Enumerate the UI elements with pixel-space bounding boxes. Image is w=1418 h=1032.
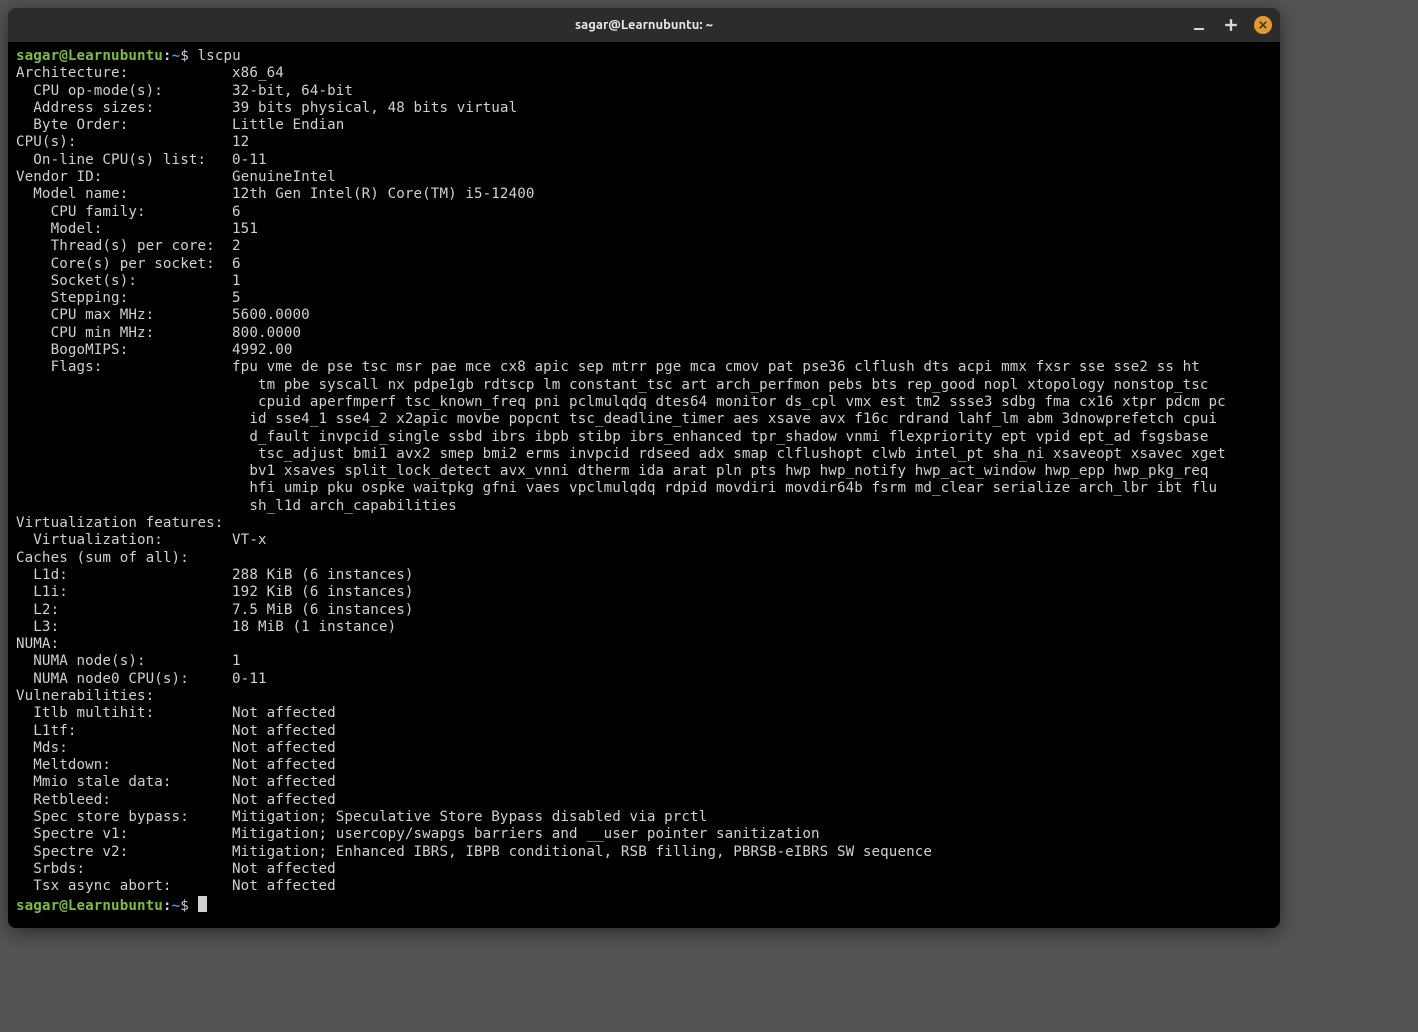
lscpu-row: NUMA node0 CPU(s): 0-11	[16, 671, 267, 687]
lscpu-row: BogoMIPS: 4992.00	[16, 342, 293, 358]
lscpu-flags-cont: id sse4_1 sse4_2 x2apic movbe popcnt tsc…	[16, 411, 1217, 427]
cursor	[198, 896, 207, 912]
lscpu-row: L1d: 288 KiB (6 instances)	[16, 567, 414, 583]
window-title: sagar@Learnubuntu: ~	[8, 18, 1280, 32]
lscpu-row: CPU op-mode(s): 32-bit, 64-bit	[16, 83, 353, 99]
lscpu-row: Retbleed: Not affected	[16, 792, 336, 808]
lscpu-row: Vendor ID: GenuineIntel	[16, 169, 336, 185]
lscpu-flags-cont: tm pbe syscall nx pdpe1gb rdtscp lm cons…	[16, 377, 1209, 393]
lscpu-row: On-line CPU(s) list: 0-11	[16, 152, 267, 168]
lscpu-row: Virtualization features:	[16, 515, 232, 531]
prompt-sep: :	[163, 898, 172, 914]
lscpu-row: Caches (sum of all):	[16, 550, 232, 566]
command-text: lscpu	[198, 48, 241, 64]
lscpu-row: L2: 7.5 MiB (6 instances)	[16, 602, 414, 618]
prompt-user-host: sagar@Learnubuntu	[16, 48, 163, 64]
lscpu-row: L3: 18 MiB (1 instance)	[16, 619, 396, 635]
terminal-window: sagar@Learnubuntu: ~ sagar@Learnubuntu:~…	[8, 8, 1280, 928]
lscpu-row: CPU max MHz: 5600.0000	[16, 307, 310, 323]
lscpu-row: CPU min MHz: 800.0000	[16, 325, 301, 341]
maximize-icon[interactable]	[1222, 16, 1240, 34]
prompt-path: ~	[172, 898, 181, 914]
lscpu-row: Spectre v1: Mitigation; usercopy/swapgs …	[16, 826, 820, 842]
lscpu-flags-cont: cpuid aperfmperf tsc_known_freq pni pclm…	[16, 394, 1226, 410]
lscpu-flags-cont: d_fault invpcid_single ssbd ibrs ibpb st…	[16, 429, 1209, 445]
lscpu-row: Spectre v2: Mitigation; Enhanced IBRS, I…	[16, 844, 932, 860]
lscpu-flags-cont: bv1 xsaves split_lock_detect avx_vnni dt…	[16, 463, 1217, 479]
lscpu-row: Address sizes: 39 bits physical, 48 bits…	[16, 100, 517, 116]
close-icon[interactable]	[1254, 16, 1272, 34]
lscpu-row: Vulnerabilities:	[16, 688, 232, 704]
lscpu-row: Architecture: x86_64	[16, 65, 284, 81]
lscpu-row: Virtualization: VT-x	[16, 532, 267, 548]
lscpu-row: Model name: 12th Gen Intel(R) Core(TM) i…	[16, 186, 535, 202]
lscpu-row: Srbds: Not affected	[16, 861, 336, 877]
lscpu-row: Model: 151	[16, 221, 258, 237]
lscpu-row: Itlb multihit: Not affected	[16, 705, 336, 721]
minimize-icon[interactable]	[1190, 16, 1208, 34]
prompt-dollar: $	[180, 898, 197, 914]
prompt-dollar: $	[180, 48, 197, 64]
lscpu-row: Meltdown: Not affected	[16, 757, 336, 773]
lscpu-row: NUMA:	[16, 636, 232, 652]
lscpu-flags-cont: sh_l1d arch_capabilities	[16, 498, 457, 514]
prompt-path: ~	[172, 48, 181, 64]
lscpu-row: Flags: fpu vme de pse tsc msr pae mce cx…	[16, 359, 1200, 375]
prompt-sep: :	[163, 48, 172, 64]
lscpu-row: Mds: Not affected	[16, 740, 336, 756]
lscpu-row: Tsx async abort: Not affected	[16, 878, 336, 894]
window-controls	[1190, 16, 1272, 34]
lscpu-row: CPU family: 6	[16, 204, 241, 220]
lscpu-row: Socket(s): 1	[16, 273, 241, 289]
lscpu-row: Core(s) per socket: 6	[16, 256, 241, 272]
lscpu-row: Thread(s) per core: 2	[16, 238, 241, 254]
lscpu-row: Stepping: 5	[16, 290, 241, 306]
lscpu-row: Byte Order: Little Endian	[16, 117, 344, 133]
lscpu-row: CPU(s): 12	[16, 134, 249, 150]
lscpu-row: L1tf: Not affected	[16, 723, 336, 739]
prompt-user-host: sagar@Learnubuntu	[16, 898, 163, 914]
terminal-body[interactable]: sagar@Learnubuntu:~$ lscpu Architecture:…	[8, 42, 1280, 928]
lscpu-flags-cont: hfi umip pku ospke waitpkg gfni vaes vpc…	[16, 480, 1217, 496]
lscpu-row: Mmio stale data: Not affected	[16, 774, 336, 790]
lscpu-flags-cont: tsc_adjust bmi1 avx2 smep bmi2 erms invp…	[16, 446, 1226, 462]
lscpu-row: Spec store bypass: Mitigation; Speculati…	[16, 809, 707, 825]
lscpu-row: NUMA node(s): 1	[16, 653, 241, 669]
lscpu-row: L1i: 192 KiB (6 instances)	[16, 584, 414, 600]
titlebar[interactable]: sagar@Learnubuntu: ~	[8, 8, 1280, 42]
